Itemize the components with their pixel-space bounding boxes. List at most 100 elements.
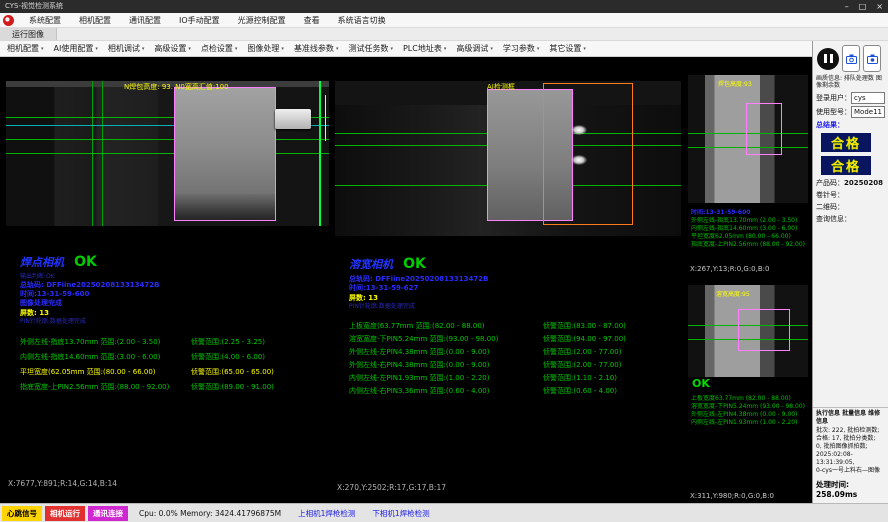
tool-baseline-params[interactable]: 基准线参数▾ — [289, 43, 344, 54]
stat-line: 0, 批拍图像抓拍数; — [816, 443, 885, 451]
product-code-label: 产品码： — [816, 179, 844, 187]
measure-row: 外侧左线-指底13.70mm 范围:(2.00 - 3.50)侦警范围:(2.2… — [20, 335, 323, 350]
measure-line: 外侧左线-指底13.70mm (2.00 - 3.50) — [691, 217, 808, 225]
camera-icon — [846, 54, 857, 64]
pin-line: PIN针轮廓:数据处理完成 — [349, 303, 675, 311]
cursor-coordinates: X:267,Y:13;R:0,G:0,B:0 — [690, 265, 769, 273]
status-line: 图像处理完成 — [20, 299, 323, 308]
camera-capture-button[interactable] — [863, 45, 881, 72]
measure-line: 平坦宽度62.05mm (80.00 - 66.00) — [691, 233, 808, 241]
ai-detection-box — [543, 83, 633, 225]
measure-row: 指底宽度-上PIN2.56mm 范围:(88.00 - 92.00)侦警范围:(… — [20, 380, 323, 395]
weld-spot-highlight — [571, 125, 587, 135]
model-value[interactable]: Mode11 — [851, 106, 885, 118]
result-badge-1: 合格 — [821, 133, 871, 152]
tool-plc-address-table[interactable]: PLC地址表▾ — [398, 43, 451, 54]
menu-bar: 系统配置 相机配置 通讯配置 IO手动配置 光源控制配置 查看 系统语言切换 — [0, 13, 888, 28]
tool-camera-debug[interactable]: 相机调试▾ — [103, 43, 150, 54]
part-roi-outline — [746, 103, 782, 155]
camera-image-melt-width[interactable]: AI检测框 — [335, 81, 681, 236]
camera-running-badge: 相机运行 — [45, 506, 85, 521]
app-logo-icon — [3, 15, 14, 26]
chevron-down-icon: ▾ — [336, 46, 339, 52]
overlay-measure-label: 焊包高度:93 — [718, 79, 752, 88]
tab-run-image[interactable]: 运行图像 — [0, 28, 57, 40]
maximize-icon[interactable]: □ — [859, 0, 867, 13]
part-roi-outline — [174, 87, 276, 221]
overlay-ai-label: AI检测框 — [487, 82, 515, 92]
camera-image-weld-spot[interactable]: N焊包高度: 93. N0宽高汇值:100 — [6, 81, 329, 226]
measure-row: 外侧左线-左PIN4.38mm 范围:(0.00 - 9.00)侦警范围:(2.… — [349, 346, 675, 359]
measure-row: 内侧左线-右PIN3.36mm 范围:(0.60 - 4.00)侦警范围:(0.… — [349, 385, 675, 398]
stat-line: 批次: 222, 批拍检测数; — [816, 427, 885, 435]
menu-io-manual-config[interactable]: IO手动配置 — [170, 15, 229, 26]
tool-spot-check[interactable]: 点检设置▾ — [196, 43, 243, 54]
measure-line: 内侧左线-指底14.60mm (3.00 - 6.00) — [691, 225, 808, 233]
tool-other-settings[interactable]: 其它设置▾ — [544, 43, 591, 54]
menu-camera-config[interactable]: 相机配置 — [70, 15, 120, 26]
cursor-coordinates: X:311,Y:980;R:0,G:0,B:0 — [690, 492, 774, 500]
time-line: 时间:13-31-59-600 — [691, 209, 808, 217]
menu-view[interactable]: 查看 — [295, 15, 329, 26]
menu-light-control-config[interactable]: 光源控制配置 — [229, 15, 295, 26]
minimize-icon[interactable]: – — [845, 0, 849, 13]
measurement-list: 上板宽度(63.77mm 范围:(82.00 - 88.00)侦警范围:(83.… — [349, 320, 675, 398]
measure-hline — [6, 139, 329, 140]
camera-view-weld-spot: N焊包高度: 93. N0宽高汇值:100 焊点相机 OK 输出判断:OK 总轨… — [4, 57, 331, 493]
part-roi-outline — [738, 309, 790, 351]
menu-system-config[interactable]: 系统配置 — [20, 15, 70, 26]
lower-camera-link[interactable]: 下相机1焊枪检测 — [372, 508, 429, 519]
tool-test-tasks[interactable]: 测试任务数▾ — [343, 43, 398, 54]
result-badge-2: 合格 — [821, 156, 871, 175]
pin-line: PIN针轮廓:数据处理完成 — [20, 318, 323, 326]
result-block-weld-spot: 焊点相机 OK 输出判断:OK 总轨码: DFFiine202502081331… — [20, 251, 323, 395]
upper-camera-link[interactable]: 上相机1焊枪检测 — [298, 508, 355, 519]
roll-pin-label: 卷针号： — [813, 189, 888, 201]
edge-line — [319, 81, 321, 226]
menu-language-switch[interactable]: 系统语言切换 — [329, 15, 395, 26]
login-user-value[interactable]: cys — [851, 92, 885, 104]
login-user-label: 登录用户： — [816, 94, 851, 102]
time-line: 时间:13-31-59-600 — [20, 290, 323, 299]
process-time: 处理时间: 258.09ms — [813, 477, 888, 503]
measure-row: 内侧左线-左PIN1.93mm 范围:(1.00 - 2.20)侦警范围:(1.… — [349, 372, 675, 385]
measure-line: 外侧左线-左PIN4.38mm (0.00 - 9.00) — [691, 411, 808, 419]
chevron-down-icon: ▾ — [583, 46, 586, 52]
sub-result: 输出判断:OK — [20, 273, 323, 281]
measure-hline — [6, 153, 329, 154]
chevron-down-icon: ▾ — [188, 46, 191, 52]
chevron-down-icon: ▾ — [537, 46, 540, 52]
preview-image-bottom[interactable]: 溶宽高度:95 — [688, 285, 808, 377]
model-row: 使用型号：Mode11 — [813, 105, 888, 119]
camera-capture-icon — [867, 54, 878, 64]
menu-comm-config[interactable]: 通讯配置 — [120, 15, 170, 26]
statistics-block: 执行信息 批量信息 维修信息 批次: 222, 批拍检测数; 合格: 17, 批… — [813, 407, 888, 477]
tool-ai-use-config[interactable]: AI使用配置▾ — [49, 43, 103, 54]
close-icon[interactable]: × — [876, 0, 883, 13]
cursor-coordinates: X:270,Y:2502;R:17,G:17,B:17 — [337, 483, 446, 492]
title-bar: CYS-视觉检测系统 – □ × — [0, 0, 888, 13]
result-status: OK — [403, 256, 426, 272]
measure-row: 溶宽宽度-下PIN5.24mm 范围:(93.00 - 98.00)侦警范围:(… — [349, 333, 675, 346]
measure-line: 指底宽度-上PIN2.56mm (88.00 - 92.00) — [691, 241, 808, 249]
camera-live-button[interactable] — [842, 45, 860, 72]
overlay-measure-label: 溶宽高度:95 — [716, 289, 750, 298]
app-window: CYS-视觉检测系统 – □ × 系统配置 相机配置 通讯配置 IO手动配置 光… — [0, 0, 888, 522]
tab-row: 运行图像 — [0, 28, 888, 41]
preview-text-lines: 时间:13-31-59-600 外侧左线-指底13.70mm (2.00 - 3… — [691, 209, 808, 249]
result-status: OK — [692, 377, 710, 390]
pause-button[interactable] — [817, 48, 839, 70]
tool-camera-config[interactable]: 相机配置▾ — [2, 43, 49, 54]
tool-advanced-debug[interactable]: 高级调试▾ — [451, 43, 498, 54]
preview-text-lines: 上板宽度63.77mm (82.00 - 88.00) 溶宽宽度-下PIN5.2… — [691, 395, 808, 427]
tool-advanced-settings[interactable]: 高级设置▾ — [149, 43, 196, 54]
camera-view-melt-width: AI检测框 溶宽相机 OK 总轨码: DFFiine20250208133134… — [333, 57, 683, 497]
query-info-area — [813, 225, 888, 407]
query-info-label: 查询信息： — [813, 213, 888, 225]
tool-image-processing[interactable]: 图像处理▾ — [242, 43, 289, 54]
tool-learning-params[interactable]: 学习参数▾ — [498, 43, 545, 54]
product-code-value: 20250208 — [844, 179, 883, 187]
time-line: 时间:13-31-59-627 — [349, 284, 675, 293]
chevron-down-icon: ▾ — [444, 46, 447, 52]
preview-image-top[interactable]: 焊包高度:93 — [688, 75, 808, 203]
